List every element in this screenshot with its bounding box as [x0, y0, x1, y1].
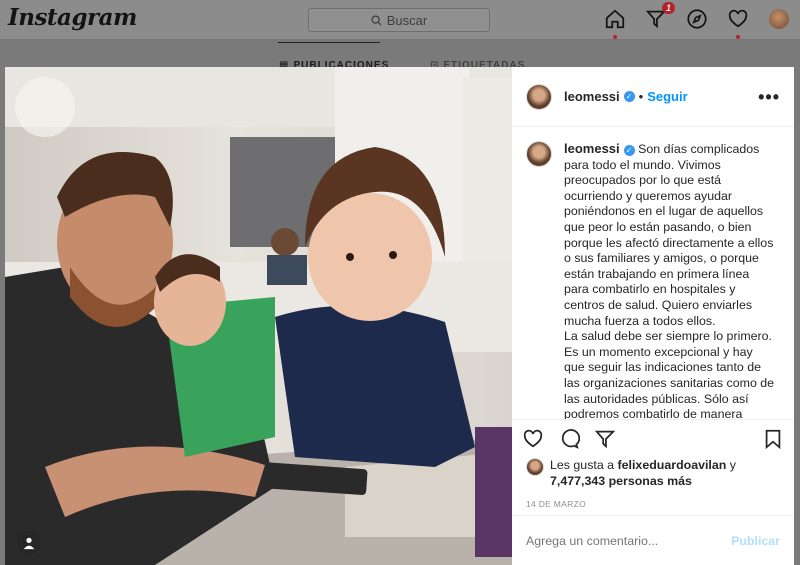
verified-icon: ✓ — [623, 145, 635, 157]
liker-avatar[interactable] — [526, 458, 544, 476]
comments-area: leomessi ✓ Son días complicados para todo… — [512, 127, 794, 419]
home-icon[interactable] — [604, 8, 626, 39]
explore-icon[interactable] — [686, 8, 708, 30]
caption-paragraph-1: Son días complicados para todo el mundo.… — [564, 142, 774, 328]
likes-summary: Les gusta a felixeduardoavilan y 7,477,3… — [512, 457, 794, 489]
instagram-logo[interactable]: Instagram — [8, 4, 137, 31]
post-side-panel: leomessi ✓ • Seguir ••• leomessi ✓ Son dí… — [512, 67, 794, 565]
publish-button[interactable]: Publicar — [731, 534, 780, 548]
liker-username[interactable]: felixeduardoavilan — [618, 458, 727, 472]
author-avatar[interactable] — [526, 83, 552, 110]
profile-avatar[interactable] — [768, 8, 790, 30]
search-icon — [371, 14, 382, 26]
search-placeholder: Buscar — [386, 12, 428, 28]
post-date[interactable]: 14 DE MARZO — [512, 489, 794, 517]
caption-avatar[interactable] — [526, 141, 552, 167]
post-caption: leomessi ✓ Son días complicados para todo… — [564, 141, 776, 419]
top-navigation: Instagram Buscar 1 — [0, 0, 800, 40]
direct-icon[interactable]: 1 — [645, 2, 675, 30]
author-username[interactable]: leomessi — [564, 89, 620, 104]
activity-dot — [736, 35, 740, 39]
header-separator: • — [638, 89, 644, 104]
nav-icons: 1 — [604, 2, 790, 39]
comment-form: Publicar — [512, 515, 794, 565]
comment-input[interactable] — [526, 533, 732, 548]
caption-paragraph-2: La salud debe ser siempre lo primero. Es… — [564, 329, 775, 419]
more-options-button[interactable]: ••• — [758, 88, 780, 106]
share-icon[interactable] — [594, 428, 616, 450]
likes-prefix: Les gusta a — [550, 458, 615, 472]
post-photo[interactable] — [5, 67, 512, 565]
search-box[interactable]: Buscar — [308, 8, 490, 32]
likes-and: y — [729, 458, 736, 472]
likes-count[interactable]: 7,477,343 personas más — [550, 474, 692, 488]
comment-icon[interactable] — [558, 428, 580, 450]
user-tag-button[interactable] — [17, 531, 41, 555]
user-tag-icon — [23, 537, 35, 550]
verified-icon: ✓ — [623, 91, 635, 102]
home-active-dot — [613, 35, 617, 39]
post-actions — [512, 419, 794, 457]
post-image — [5, 67, 512, 565]
caption-username[interactable]: leomessi — [564, 141, 620, 156]
like-icon[interactable] — [522, 428, 544, 450]
post-header: leomessi ✓ • Seguir ••• — [512, 67, 794, 127]
notification-badge: 1 — [661, 2, 675, 14]
follow-button[interactable]: Seguir — [647, 89, 687, 104]
save-icon[interactable] — [762, 428, 784, 450]
heart-icon[interactable] — [727, 8, 749, 39]
